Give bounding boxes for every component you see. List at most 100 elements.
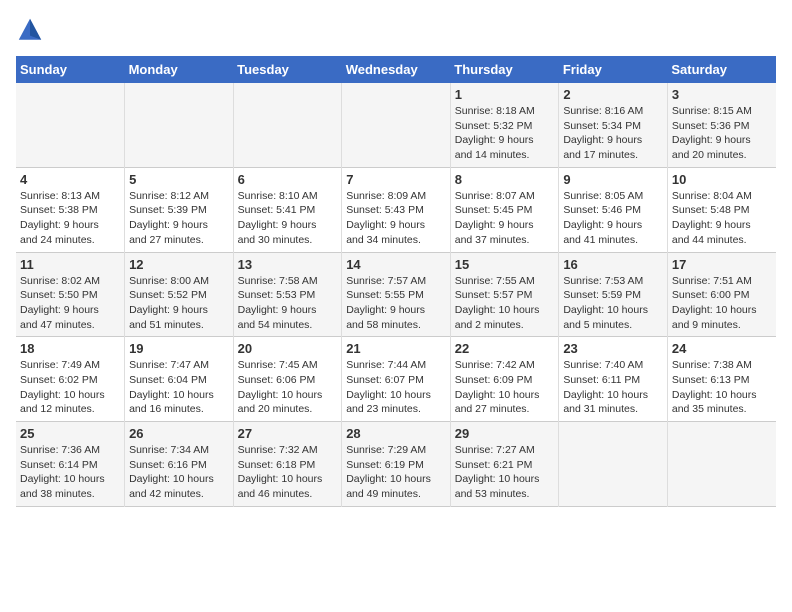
day-info: Sunrise: 7:32 AM Sunset: 6:18 PM Dayligh…	[238, 443, 338, 502]
day-number: 23	[563, 341, 663, 356]
day-info: Sunrise: 8:16 AM Sunset: 5:34 PM Dayligh…	[563, 104, 663, 163]
day-number: 1	[455, 87, 555, 102]
day-info: Sunrise: 8:12 AM Sunset: 5:39 PM Dayligh…	[129, 189, 229, 248]
calendar-cell: 5 Sunrise: 8:12 AM Sunset: 5:39 PM Daylig…	[125, 167, 234, 252]
day-of-week-header: Wednesday	[342, 56, 451, 83]
day-info: Sunrise: 8:02 AM Sunset: 5:50 PM Dayligh…	[20, 274, 120, 333]
day-info: Sunrise: 8:18 AM Sunset: 5:32 PM Dayligh…	[455, 104, 555, 163]
day-of-week-header: Tuesday	[233, 56, 342, 83]
calendar-week-row: 4 Sunrise: 8:13 AM Sunset: 5:38 PM Daylig…	[16, 167, 776, 252]
day-info: Sunrise: 8:07 AM Sunset: 5:45 PM Dayligh…	[455, 189, 555, 248]
calendar-cell: 21 Sunrise: 7:44 AM Sunset: 6:07 PM Dayli…	[342, 337, 451, 422]
day-info: Sunrise: 7:29 AM Sunset: 6:19 PM Dayligh…	[346, 443, 446, 502]
calendar-cell: 13 Sunrise: 7:58 AM Sunset: 5:53 PM Dayli…	[233, 252, 342, 337]
calendar-cell: 20 Sunrise: 7:45 AM Sunset: 6:06 PM Dayli…	[233, 337, 342, 422]
day-info: Sunrise: 8:05 AM Sunset: 5:46 PM Dayligh…	[563, 189, 663, 248]
day-info: Sunrise: 8:15 AM Sunset: 5:36 PM Dayligh…	[672, 104, 772, 163]
calendar-cell: 8 Sunrise: 8:07 AM Sunset: 5:45 PM Daylig…	[450, 167, 559, 252]
calendar-cell	[233, 83, 342, 167]
day-number: 12	[129, 257, 229, 272]
day-info: Sunrise: 7:40 AM Sunset: 6:11 PM Dayligh…	[563, 358, 663, 417]
calendar-cell	[125, 83, 234, 167]
day-number: 11	[20, 257, 120, 272]
calendar-cell: 25 Sunrise: 7:36 AM Sunset: 6:14 PM Dayli…	[16, 422, 125, 507]
day-of-week-header: Saturday	[667, 56, 776, 83]
calendar-cell: 19 Sunrise: 7:47 AM Sunset: 6:04 PM Dayli…	[125, 337, 234, 422]
calendar-week-row: 25 Sunrise: 7:36 AM Sunset: 6:14 PM Dayli…	[16, 422, 776, 507]
calendar-week-row: 1 Sunrise: 8:18 AM Sunset: 5:32 PM Daylig…	[16, 83, 776, 167]
calendar-cell: 14 Sunrise: 7:57 AM Sunset: 5:55 PM Dayli…	[342, 252, 451, 337]
day-info: Sunrise: 7:51 AM Sunset: 6:00 PM Dayligh…	[672, 274, 772, 333]
day-number: 21	[346, 341, 446, 356]
day-number: 16	[563, 257, 663, 272]
day-number: 7	[346, 172, 446, 187]
day-number: 8	[455, 172, 555, 187]
day-info: Sunrise: 7:45 AM Sunset: 6:06 PM Dayligh…	[238, 358, 338, 417]
day-number: 6	[238, 172, 338, 187]
calendar-cell	[667, 422, 776, 507]
day-info: Sunrise: 8:09 AM Sunset: 5:43 PM Dayligh…	[346, 189, 446, 248]
day-number: 14	[346, 257, 446, 272]
header	[16, 16, 776, 44]
calendar-cell: 2 Sunrise: 8:16 AM Sunset: 5:34 PM Daylig…	[559, 83, 668, 167]
calendar-cell: 7 Sunrise: 8:09 AM Sunset: 5:43 PM Daylig…	[342, 167, 451, 252]
day-number: 10	[672, 172, 772, 187]
calendar-cell: 29 Sunrise: 7:27 AM Sunset: 6:21 PM Dayli…	[450, 422, 559, 507]
day-info: Sunrise: 8:10 AM Sunset: 5:41 PM Dayligh…	[238, 189, 338, 248]
day-info: Sunrise: 7:58 AM Sunset: 5:53 PM Dayligh…	[238, 274, 338, 333]
day-number: 2	[563, 87, 663, 102]
calendar-cell: 15Sunrise: 7:55 AM Sunset: 5:57 PM Dayli…	[450, 252, 559, 337]
day-info: Sunrise: 7:57 AM Sunset: 5:55 PM Dayligh…	[346, 274, 446, 333]
calendar-cell: 9 Sunrise: 8:05 AM Sunset: 5:46 PM Daylig…	[559, 167, 668, 252]
day-number: 20	[238, 341, 338, 356]
day-number: 3	[672, 87, 772, 102]
day-info: Sunrise: 7:38 AM Sunset: 6:13 PM Dayligh…	[672, 358, 772, 417]
calendar-week-row: 11 Sunrise: 8:02 AM Sunset: 5:50 PM Dayli…	[16, 252, 776, 337]
day-info: Sunrise: 7:36 AM Sunset: 6:14 PM Dayligh…	[20, 443, 120, 502]
logo	[16, 16, 48, 44]
calendar-cell: 28 Sunrise: 7:29 AM Sunset: 6:19 PM Dayli…	[342, 422, 451, 507]
day-info: Sunrise: 8:13 AM Sunset: 5:38 PM Dayligh…	[20, 189, 120, 248]
day-info: Sunrise: 7:49 AM Sunset: 6:02 PM Dayligh…	[20, 358, 120, 417]
day-number: 28	[346, 426, 446, 441]
day-info: Sunrise: 8:04 AM Sunset: 5:48 PM Dayligh…	[672, 189, 772, 248]
day-number: 26	[129, 426, 229, 441]
day-number: 5	[129, 172, 229, 187]
logo-icon	[16, 16, 44, 44]
day-info: Sunrise: 8:00 AM Sunset: 5:52 PM Dayligh…	[129, 274, 229, 333]
day-info: Sunrise: 7:55 AM Sunset: 5:57 PM Dayligh…	[455, 274, 555, 333]
day-info: Sunrise: 7:47 AM Sunset: 6:04 PM Dayligh…	[129, 358, 229, 417]
day-number: 29	[455, 426, 555, 441]
day-number: 13	[238, 257, 338, 272]
day-number: 4	[20, 172, 120, 187]
day-of-week-header: Monday	[125, 56, 234, 83]
day-of-week-header: Thursday	[450, 56, 559, 83]
calendar-cell: 23 Sunrise: 7:40 AM Sunset: 6:11 PM Dayli…	[559, 337, 668, 422]
calendar-cell: 3 Sunrise: 8:15 AM Sunset: 5:36 PM Daylig…	[667, 83, 776, 167]
calendar-cell: 1 Sunrise: 8:18 AM Sunset: 5:32 PM Daylig…	[450, 83, 559, 167]
day-number: 19	[129, 341, 229, 356]
calendar-cell: 18Sunrise: 7:49 AM Sunset: 6:02 PM Dayli…	[16, 337, 125, 422]
day-info: Sunrise: 7:34 AM Sunset: 6:16 PM Dayligh…	[129, 443, 229, 502]
day-info: Sunrise: 7:53 AM Sunset: 5:59 PM Dayligh…	[563, 274, 663, 333]
calendar-cell: 12 Sunrise: 8:00 AM Sunset: 5:52 PM Dayli…	[125, 252, 234, 337]
day-info: Sunrise: 7:44 AM Sunset: 6:07 PM Dayligh…	[346, 358, 446, 417]
calendar-cell: 24Sunrise: 7:38 AM Sunset: 6:13 PM Dayli…	[667, 337, 776, 422]
calendar-cell: 10 Sunrise: 8:04 AM Sunset: 5:48 PM Dayli…	[667, 167, 776, 252]
calendar-cell: 17 Sunrise: 7:51 AM Sunset: 6:00 PM Dayli…	[667, 252, 776, 337]
calendar-table: SundayMondayTuesdayWednesdayThursdayFrid…	[16, 56, 776, 507]
calendar-cell: 11 Sunrise: 8:02 AM Sunset: 5:50 PM Dayli…	[16, 252, 125, 337]
calendar-week-row: 18Sunrise: 7:49 AM Sunset: 6:02 PM Dayli…	[16, 337, 776, 422]
day-number: 27	[238, 426, 338, 441]
day-number: 22	[455, 341, 555, 356]
day-of-week-header: Sunday	[16, 56, 125, 83]
day-number: 17	[672, 257, 772, 272]
calendar-cell	[16, 83, 125, 167]
calendar-cell	[559, 422, 668, 507]
calendar-cell: 26 Sunrise: 7:34 AM Sunset: 6:16 PM Dayli…	[125, 422, 234, 507]
calendar-cell: 4 Sunrise: 8:13 AM Sunset: 5:38 PM Daylig…	[16, 167, 125, 252]
day-number: 9	[563, 172, 663, 187]
calendar-cell: 6 Sunrise: 8:10 AM Sunset: 5:41 PM Daylig…	[233, 167, 342, 252]
day-number: 25	[20, 426, 120, 441]
day-info: Sunrise: 7:27 AM Sunset: 6:21 PM Dayligh…	[455, 443, 555, 502]
